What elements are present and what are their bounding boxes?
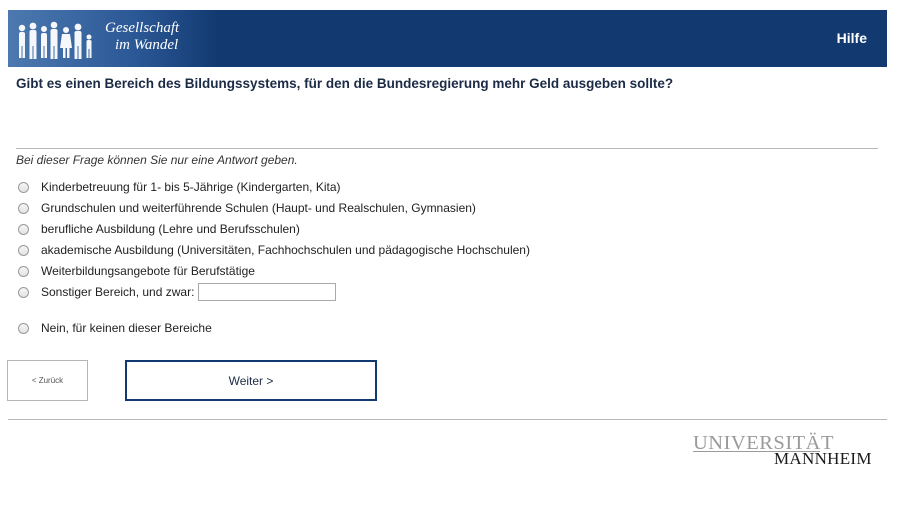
- option-label[interactable]: akademische Ausbildung (Universitäten, F…: [41, 243, 530, 257]
- option-label[interactable]: Grundschulen und weiterführende Schulen …: [41, 201, 476, 215]
- study-logo: Gesellschaft im Wandel: [8, 10, 218, 67]
- option-label[interactable]: Weiterbildungsangebote für Berufstätige: [41, 264, 255, 278]
- logo-line-1: Gesellschaft: [105, 20, 180, 36]
- answer-option[interactable]: Grundschulen und weiterführende Schulen …: [18, 199, 476, 217]
- answer-option-other[interactable]: Sonstiger Bereich, und zwar:: [18, 283, 337, 301]
- option-label[interactable]: Kinderbetreuung für 1- bis 5-Jährige (Ki…: [41, 180, 341, 194]
- answer-option[interactable]: berufliche Ausbildung (Lehre und Berufss…: [18, 220, 300, 238]
- logo-line-2: im Wandel: [115, 37, 179, 53]
- option-label[interactable]: Sonstiger Bereich, und zwar:: [41, 285, 194, 299]
- radio-button[interactable]: [18, 286, 29, 298]
- question-text: Gibt es einen Bereich des Bildungssystem…: [16, 76, 674, 91]
- radio-button[interactable]: [18, 223, 29, 235]
- answer-option[interactable]: Nein, für keinen dieser Bereiche: [18, 319, 212, 337]
- divider: [16, 148, 878, 149]
- option-label[interactable]: berufliche Ausbildung (Lehre und Berufss…: [41, 222, 300, 236]
- answer-option[interactable]: akademische Ausbildung (Universitäten, F…: [18, 241, 530, 259]
- radio-button[interactable]: [18, 265, 29, 277]
- logo-wordmark: Gesellschaft im Wandel: [105, 20, 179, 54]
- header-banner: Gesellschaft im Wandel Hilfe: [8, 10, 887, 67]
- radio-button[interactable]: [18, 244, 29, 256]
- option-label[interactable]: Nein, für keinen dieser Bereiche: [41, 321, 212, 335]
- university-logo: UNIVERSITÄT MANNHEIM: [693, 433, 877, 469]
- radio-button[interactable]: [18, 181, 29, 193]
- footer-divider: [8, 419, 887, 420]
- answer-option[interactable]: Weiterbildungsangebote für Berufstätige: [18, 262, 255, 280]
- answer-instruction: Bei dieser Frage können Sie nur eine Ant…: [16, 153, 298, 167]
- answer-option[interactable]: Kinderbetreuung für 1- bis 5-Jährige (Ki…: [18, 178, 341, 196]
- radio-button[interactable]: [18, 322, 29, 334]
- help-link[interactable]: Hilfe: [837, 30, 867, 46]
- next-button[interactable]: Weiter >: [125, 360, 377, 401]
- radio-button[interactable]: [18, 202, 29, 214]
- university-name-line-2: MANNHEIM: [774, 449, 872, 468]
- back-button[interactable]: < Zurück: [7, 360, 88, 401]
- other-area-input[interactable]: [198, 283, 337, 301]
